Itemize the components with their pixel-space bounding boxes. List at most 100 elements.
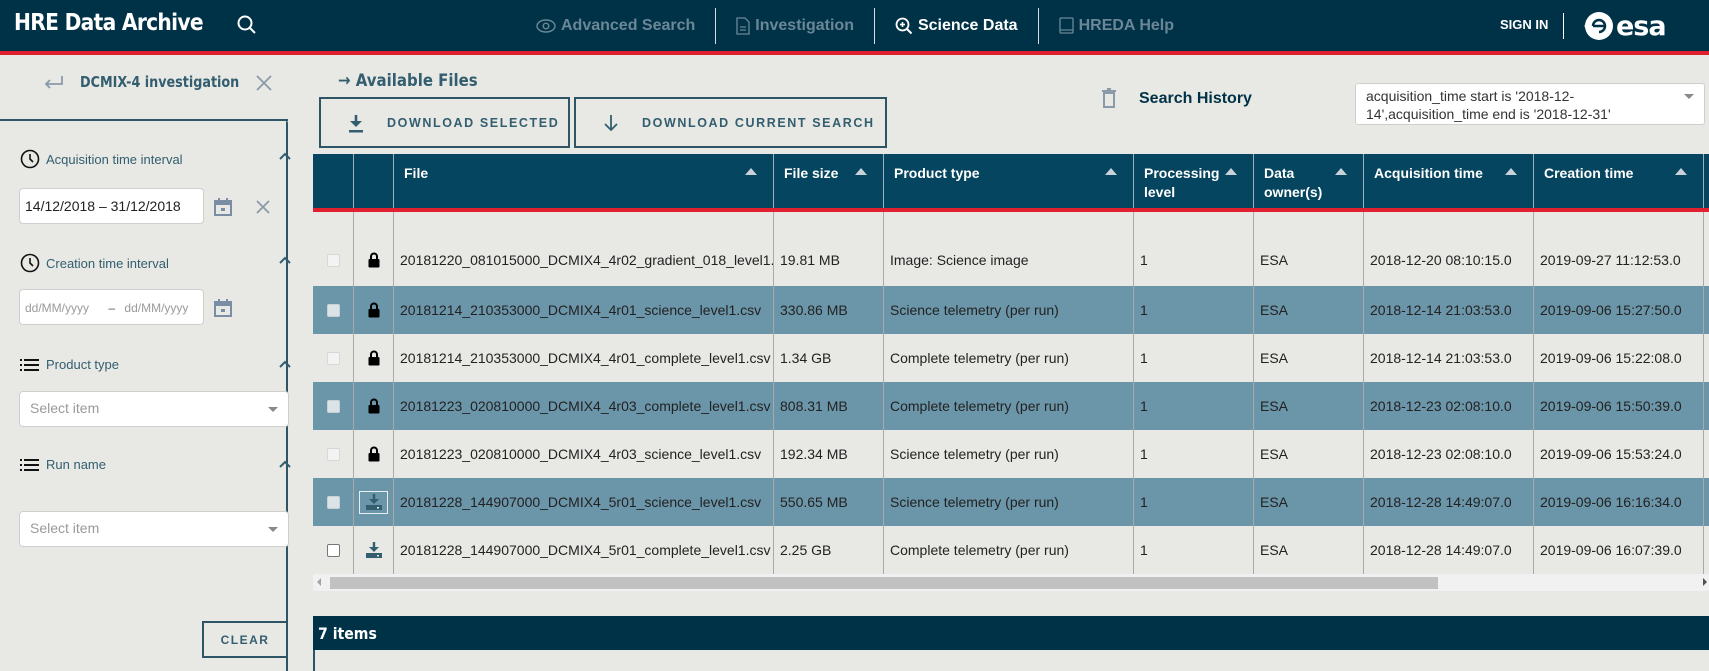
column-label: File size (784, 165, 839, 181)
cell-file-size: 808.31 MB (773, 382, 883, 430)
sort-asc-icon[interactable] (1335, 168, 1347, 175)
cell-creation-time: 2019-09-27 11:12:53.0 (1533, 212, 1703, 286)
cell-file[interactable]: 20181214_210353000_DCMIX4_4r01_science_l… (393, 286, 773, 334)
cell-acquisition-time: 2018-12-28 14:49:07.0 (1363, 478, 1533, 526)
creation-date-range-input[interactable]: dd/MM/yyyy – dd/MM/yyyy (19, 289, 204, 325)
table-row[interactable]: 20181228_144907000_DCMIX4_5r01_complete_… (313, 526, 1709, 574)
horizontal-scrollbar[interactable] (313, 574, 1709, 591)
column-header-file-size[interactable]: File size (773, 154, 883, 208)
app-title[interactable]: HRE Data Archive (14, 10, 204, 36)
close-icon[interactable] (254, 73, 274, 93)
investigation-title: DCMIX-4 investigation (80, 73, 240, 91)
caret-down-icon (1684, 94, 1694, 99)
sign-in-link[interactable]: SIGN IN (1500, 17, 1548, 32)
nav-label: Investigation (755, 16, 854, 34)
column-header-product-type[interactable]: Product type (883, 154, 1133, 208)
nav-advanced-search[interactable]: Advanced Search (516, 9, 715, 43)
cell-data-owner: ESA (1253, 382, 1363, 430)
row-checkbox (326, 351, 340, 365)
cell-file[interactable]: 20181223_020810000_DCMIX4_4r03_complete_… (393, 382, 773, 430)
row-checkbox[interactable] (326, 543, 340, 557)
nav-science-data[interactable]: Science Data (875, 9, 1038, 43)
sort-asc-icon[interactable] (1225, 168, 1237, 175)
button-label: DOWNLOAD SELECTED (387, 115, 560, 130)
select-column-header (313, 154, 353, 208)
table-row[interactable]: 20181228_144907000_DCMIX4_5r01_science_l… (313, 478, 1709, 526)
nav-investigation[interactable]: Investigation (716, 9, 874, 43)
sort-asc-icon[interactable] (1675, 168, 1687, 175)
product-type-filter-header[interactable]: Product type (20, 357, 119, 372)
column-header-creation-time[interactable]: Creation time (1533, 154, 1703, 208)
table-row[interactable]: 20181223_020810000_DCMIX4_4r03_science_l… (313, 430, 1709, 478)
start-date-placeholder[interactable]: dd/MM/yyyy (25, 301, 89, 315)
document-icon (736, 16, 750, 35)
table-row[interactable]: 20181220_081015000_DCMIX4_4r02_gradient_… (313, 212, 1709, 286)
table-row[interactable]: 20181223_020810000_DCMIX4_4r03_complete_… (313, 382, 1709, 430)
column-header-acquisition-time[interactable]: Acquisition time (1363, 154, 1533, 208)
sort-asc-icon[interactable] (745, 168, 757, 175)
cell-file[interactable]: 20181228_144907000_DCMIX4_5r01_complete_… (393, 526, 773, 574)
sort-asc-icon[interactable] (855, 168, 867, 175)
product-type-select[interactable]: Select item (19, 391, 289, 427)
creation-filter-header[interactable]: Creation time interval (20, 253, 169, 273)
end-date-placeholder[interactable]: dd/MM/yyyy (124, 301, 188, 315)
cell-access (353, 382, 393, 430)
list-icon (20, 358, 39, 371)
main-nav: Advanced Search Investigation Science Da… (516, 0, 1194, 51)
scroll-right-icon[interactable] (1703, 578, 1707, 586)
column-header-data-owner[interactable]: Data owner(s) (1253, 154, 1363, 208)
download-file-button[interactable] (359, 490, 388, 514)
cell-select (313, 430, 353, 478)
column-header-file[interactable]: File (393, 154, 773, 208)
search-icon[interactable] (236, 14, 258, 36)
download-icon (349, 114, 363, 132)
scroll-left-icon[interactable] (317, 578, 321, 586)
calendar-icon[interactable] (213, 197, 233, 217)
available-files-title: → Available Files (338, 71, 478, 91)
table-row[interactable]: 20181214_210353000_DCMIX4_4r01_complete_… (313, 334, 1709, 382)
sort-asc-icon[interactable] (1105, 168, 1117, 175)
sort-asc-icon[interactable] (1505, 168, 1517, 175)
calendar-icon[interactable] (213, 298, 233, 318)
cell-overflow (1703, 212, 1709, 286)
cell-product-type: Image: Science image (883, 212, 1133, 286)
topbar-divider (1563, 13, 1564, 39)
table-header: File File size Product type Processing l… (313, 154, 1709, 212)
run-name-filter-header[interactable]: Run name (20, 457, 106, 472)
cell-data-owner: ESA (1253, 212, 1363, 286)
cell-processing-level: 1 (1133, 382, 1253, 430)
chevron-up-icon[interactable] (278, 255, 292, 265)
nav-label: HREDA Help (1078, 16, 1174, 34)
cell-acquisition-time: 2018-12-20 08:10:15.0 (1363, 212, 1533, 286)
column-header-processing-level[interactable]: Processing level (1133, 154, 1253, 208)
cell-processing-level: 1 (1133, 286, 1253, 334)
download-file-button[interactable] (359, 539, 388, 562)
download-current-search-button[interactable]: DOWNLOAD CURRENT SEARCH (574, 97, 887, 148)
acquisition-date-range-input[interactable]: 14/12/2018 – 31/12/2018 (19, 188, 204, 224)
back-arrow-icon[interactable] (42, 72, 66, 92)
row-checkbox (326, 447, 340, 461)
search-history-select[interactable]: acquisition_time start is '2018-12-14',a… (1355, 83, 1705, 125)
chevron-up-icon[interactable] (278, 359, 292, 369)
scrollbar-thumb[interactable] (330, 577, 1438, 589)
clear-filters-button[interactable]: CLEAR (202, 621, 288, 658)
cell-access (353, 478, 393, 526)
items-count: 7 items (318, 624, 377, 643)
cell-file[interactable]: 20181228_144907000_DCMIX4_5r01_science_l… (393, 478, 773, 526)
run-name-select[interactable]: Select item (19, 511, 289, 547)
table-row[interactable]: 20181214_210353000_DCMIX4_4r01_science_l… (313, 286, 1709, 334)
cell-overflow (1703, 382, 1709, 430)
nav-hreda-help[interactable]: HREDA Help (1039, 9, 1194, 43)
clear-date-icon[interactable] (254, 198, 272, 216)
trash-icon[interactable] (1101, 88, 1117, 108)
acquisition-filter-header[interactable]: Acquisition time interval (20, 149, 183, 169)
row-checkbox[interactable] (326, 495, 340, 509)
download-selected-button[interactable]: DOWNLOAD SELECTED (319, 97, 570, 148)
chevron-up-icon[interactable] (278, 459, 292, 469)
esa-logo[interactable]: esa (1582, 9, 1667, 43)
chevron-up-icon[interactable] (278, 151, 292, 161)
cell-file-size: 1.34 GB (773, 334, 883, 382)
cell-file[interactable]: 20181214_210353000_DCMIX4_4r01_complete_… (393, 334, 773, 382)
cell-file[interactable]: 20181223_020810000_DCMIX4_4r03_science_l… (393, 430, 773, 478)
cell-file[interactable]: 20181220_081015000_DCMIX4_4r02_gradient_… (393, 212, 773, 286)
